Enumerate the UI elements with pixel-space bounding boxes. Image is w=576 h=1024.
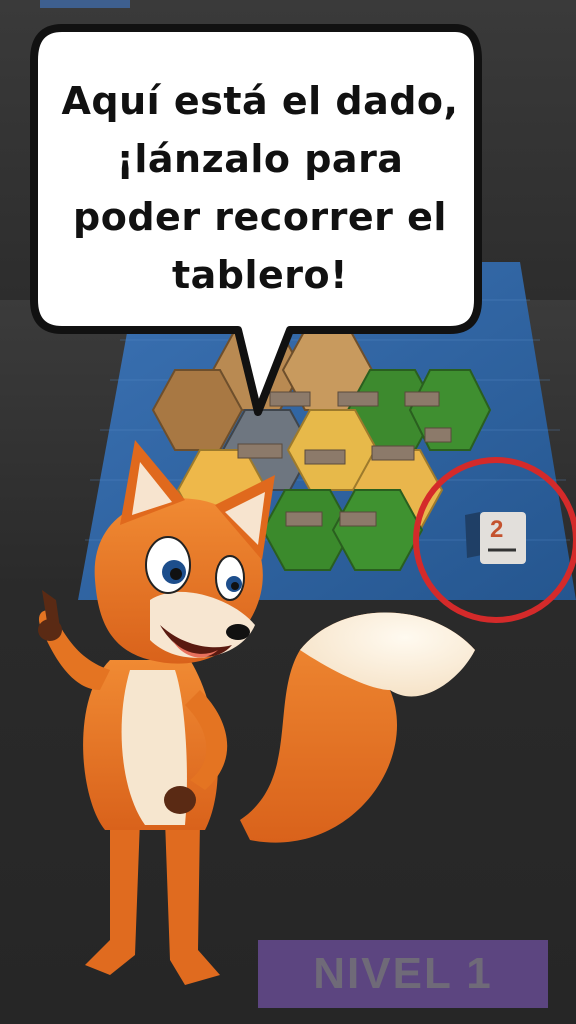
level-badge: NIVEL 1: [258, 940, 548, 1008]
speech-line: poder recorrer el: [73, 195, 447, 239]
top-edge-piece: [40, 0, 130, 8]
dice-face-value: 2: [490, 516, 504, 543]
level-label: NIVEL 1: [313, 949, 493, 998]
speech-line: Aquí está el dado,: [61, 79, 459, 123]
game-scene: 2 Aquí está el dado, ¡lánzalo para poder…: [0, 0, 576, 1024]
speech-line: ¡lánzalo para: [116, 137, 404, 181]
speech-bubble-text: Aquí está el dado, ¡lánzalo para poder r…: [50, 72, 470, 304]
speech-line: tablero!: [172, 253, 348, 297]
